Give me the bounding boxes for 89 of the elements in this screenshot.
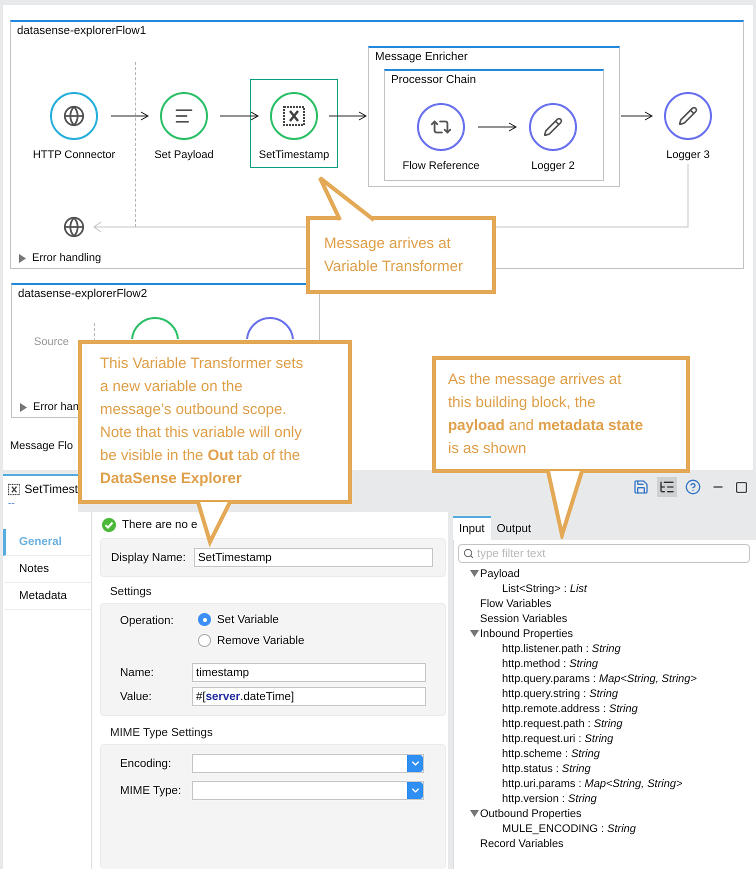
tree-item[interactable]: Outbound Properties: [480, 808, 582, 820]
tree-item[interactable]: http.version : String: [502, 792, 597, 804]
tree-item[interactable]: http.query.params : Map<String, String>: [502, 672, 697, 684]
section-title: MIME Type Settings: [109, 726, 214, 741]
scope-title: Processor Chain: [391, 74, 476, 86]
expanded-triangle-icon[interactable]: [470, 809, 479, 818]
globe-icon: [63, 105, 85, 127]
tree-item[interactable]: http.uri.params : Map<String, String>: [502, 778, 682, 790]
text-field[interactable]: timestamp: [192, 663, 426, 682]
connector-arrow: [220, 111, 259, 121]
view-tab[interactable]: SetTimest: [8, 482, 78, 496]
flow-title: datasense-explorerFlow2: [18, 288, 148, 300]
callout-text: As the message arrives at this building block, the payload and metadata state is as shown: [448, 370, 644, 459]
flow-node[interactable]: Flow Reference: [397, 90, 485, 179]
tree-icon: [659, 479, 675, 495]
tree-item[interactable]: http.scheme : String: [502, 748, 600, 760]
callout-text: Message arrives at Variable Transformer: [324, 234, 464, 277]
node-label: SetTimestamp: [258, 149, 330, 161]
filter-field[interactable]: type filter text: [458, 544, 750, 563]
save-icon: [633, 479, 649, 495]
panel-tab[interactable]: Output: [490, 516, 538, 540]
node-label: Logger 2: [531, 160, 575, 172]
expanded-triangle-icon[interactable]: [470, 629, 479, 638]
collapsed-triangle-icon[interactable]: [19, 402, 28, 412]
pencil-icon: [543, 117, 563, 137]
node-label: Logger 3: [666, 149, 710, 161]
flow-node[interactable]: SetTimestamp: [250, 79, 338, 168]
tree-item[interactable]: Record Variables: [470, 838, 564, 850]
pencil-icon: [678, 106, 698, 126]
radio-option[interactable]: Set Variable: [198, 613, 304, 626]
editor-tab[interactable]: Message Flo: [10, 440, 73, 452]
tree-view-button[interactable]: [657, 477, 677, 497]
section-title: Settings: [109, 585, 153, 600]
callout-text: This Variable Transformer sets a new variable on the message’s outbound scope. Note that this variable will only be visible in the Out tab of the DataSense Explorer: [100, 354, 304, 489]
nav-item[interactable]: Notes: [3, 556, 91, 583]
connector-arrow: [478, 122, 517, 132]
node-label: Set Payload: [154, 149, 214, 161]
flow-title: datasense-explorerFlow1: [17, 25, 146, 37]
node-label: Flow Reference: [402, 160, 480, 172]
field-label: Value:: [120, 690, 153, 702]
display-name-field[interactable]: SetTimestamp: [194, 548, 433, 567]
tree-item[interactable]: Flow Variables: [470, 598, 552, 610]
tree-item[interactable]: Payload: [480, 568, 520, 580]
field-label: Name:: [120, 666, 155, 678]
tree-item[interactable]: http.query.string : String: [502, 688, 618, 700]
panel-tab[interactable]: Input: [453, 516, 491, 540]
flow-node[interactable]: Set Payload: [140, 79, 228, 168]
connector-arrow: [621, 111, 653, 121]
field-label: MIME Type:: [120, 784, 182, 796]
scope-title: Message Enricher: [375, 51, 468, 63]
dropdown-field[interactable]: [192, 754, 424, 773]
success-check-icon: [102, 518, 116, 532]
collapsed-triangle-icon[interactable]: [18, 254, 27, 262]
tree-item[interactable]: Inbound Properties: [480, 628, 573, 640]
connector-arrow: [329, 111, 367, 121]
tree-item[interactable]: Session Variables: [470, 612, 568, 624]
search-icon: [463, 548, 474, 559]
source-label: Source: [34, 336, 69, 348]
nav-item[interactable]: Metadata: [3, 583, 91, 610]
flow-node[interactable]: HTTP Connector: [30, 79, 118, 168]
radio-option[interactable]: Remove Variable: [198, 634, 304, 647]
error-handling-label[interactable]: Error han: [33, 401, 79, 413]
field-label: Encoding:: [120, 758, 172, 770]
node-label: HTTP Connector: [32, 149, 116, 161]
expanded-triangle-icon[interactable]: [470, 569, 479, 578]
tree-item[interactable]: List<String> : List: [502, 582, 587, 594]
maximize-icon: [735, 480, 748, 494]
connector-arrow: [111, 111, 149, 121]
help-button[interactable]: [683, 477, 703, 497]
tab-subtitle: --: [8, 500, 16, 508]
tree-item[interactable]: http.status : String: [502, 762, 591, 774]
x-box-icon: [8, 482, 20, 496]
status-message: There are no e: [122, 519, 198, 531]
field-label: Operation:: [120, 615, 175, 627]
tree-item[interactable]: http.listener.path : String: [502, 642, 621, 654]
flow-node[interactable]: Logger 3: [644, 79, 732, 168]
error-handling-label[interactable]: Error handling: [32, 252, 102, 264]
globe-icon: [63, 216, 85, 238]
x-box-icon: [283, 106, 305, 126]
tree-item[interactable]: http.request.path : String: [502, 718, 622, 730]
tree-item[interactable]: MULE_ENCODING : String: [502, 822, 636, 834]
flow-node[interactable]: Logger 2: [509, 90, 597, 179]
dropdown-field[interactable]: [192, 781, 424, 800]
field-label: Display Name:: [111, 552, 187, 564]
help-icon: [685, 479, 701, 495]
tree-item[interactable]: http.request.uri : String: [502, 732, 614, 744]
tree-item[interactable]: http.method : String: [502, 658, 598, 670]
tree-item[interactable]: http.remote.address : String: [502, 702, 638, 714]
text-field[interactable]: #[server.dateTime]: [192, 687, 426, 706]
